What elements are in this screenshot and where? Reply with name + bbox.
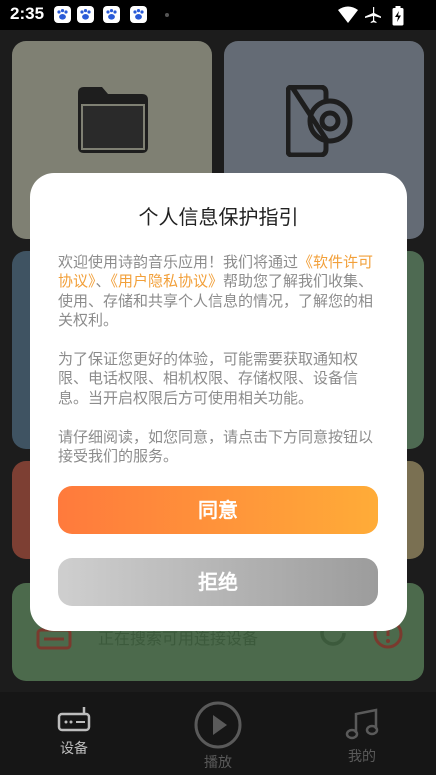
intro-text: 欢迎使用诗韵音乐应用！我们将通过 bbox=[58, 253, 299, 271]
permissions-paragraph: 为了保证您更好的体验，可能需要获取通知权限、电话权限、相机权限、存储权限、设备信… bbox=[58, 350, 359, 407]
play-circle-icon bbox=[194, 701, 242, 749]
dialog-body: 欢迎使用诗韵音乐应用！我们将通过《软件许可协议》、《用户隐私协议》帮助您了解我们… bbox=[58, 253, 378, 486]
baidu-paw-icon bbox=[54, 6, 71, 23]
refuse-button[interactable]: 拒绝 bbox=[58, 558, 378, 606]
dialog-intro: 欢迎使用诗韵音乐应用！我们将通过《软件许可协议》、《用户隐私协议》帮助您了解我们… bbox=[58, 253, 378, 331]
notification-dot bbox=[165, 13, 169, 17]
nav-mine[interactable]: 我的 bbox=[336, 708, 388, 766]
consent-paragraph: 请仔细阅读，如您同意，请点击下方同意按钮以接受我们的服务。 bbox=[58, 427, 374, 466]
music-note-icon bbox=[345, 708, 379, 740]
dialog-title: 个人信息保护指引 bbox=[138, 205, 299, 229]
music-disc-icon bbox=[286, 85, 353, 157]
airplane-mode-icon bbox=[364, 6, 382, 28]
privacy-dialog: 个人信息保护指引 欢迎使用诗韵音乐应用！我们将通过《软件许可协议》、《用户隐私协… bbox=[30, 173, 407, 631]
radio-device-icon bbox=[57, 707, 91, 732]
nav-play-label: 播放 bbox=[204, 755, 232, 771]
agree-button[interactable]: 同意 bbox=[58, 486, 378, 534]
status-bar: 2:35 bbox=[0, 0, 436, 30]
nav-device-label: 设备 bbox=[60, 741, 88, 757]
nav-device[interactable]: 设备 bbox=[48, 706, 100, 758]
status-time: 2:35 bbox=[10, 4, 45, 23]
privacy-agreement-link[interactable]: 《用户隐私协议》 bbox=[111, 272, 224, 290]
wifi-icon bbox=[338, 6, 358, 28]
battery-charging-icon bbox=[392, 6, 404, 30]
baidu-paw-icon bbox=[130, 6, 147, 23]
link-separator: 、 bbox=[95, 272, 111, 291]
folder-icon bbox=[78, 87, 148, 153]
nav-play[interactable]: 播放 bbox=[188, 700, 248, 772]
baidu-paw-icon bbox=[103, 6, 120, 23]
nav-mine-label: 我的 bbox=[348, 749, 376, 765]
baidu-paw-icon bbox=[77, 6, 94, 23]
